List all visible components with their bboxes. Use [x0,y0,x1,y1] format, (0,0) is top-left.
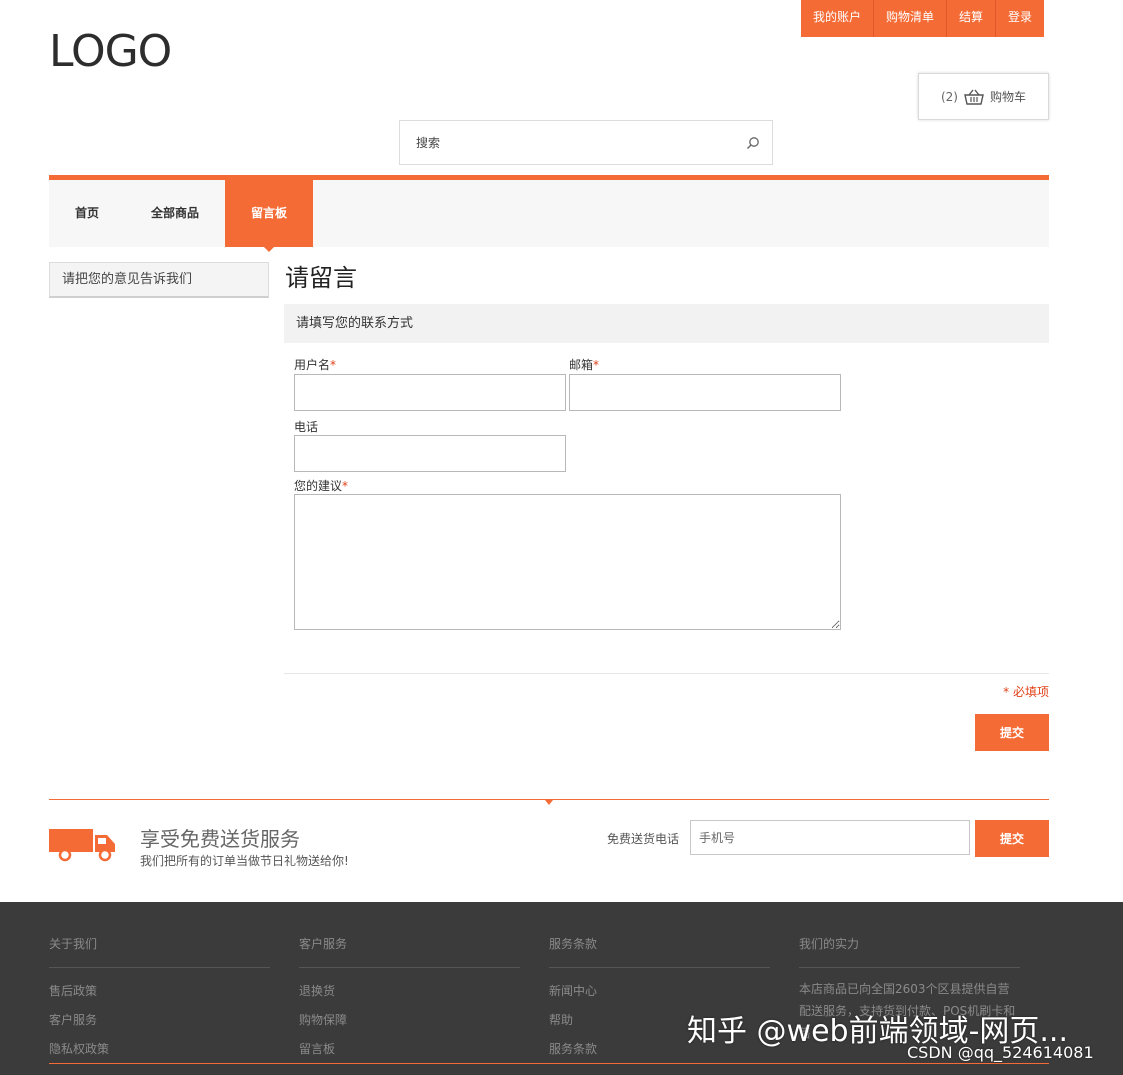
top-nav-shopping-list[interactable]: 购物清单 [873,0,946,37]
top-nav-my-account[interactable]: 我的账户 [801,0,873,37]
phone-field[interactable] [294,435,566,472]
page-title: 请留言 [285,264,357,292]
logo[interactable]: LOGO [49,26,172,77]
phone-label: 电话 [294,420,319,434]
delivery-subtitle: 我们把所有的订单当做节日礼物送给你! [140,854,349,868]
mobile-number-input[interactable] [690,820,970,855]
footer-link-message-board[interactable]: 留言板 [299,1040,335,1057]
footer-link-returns[interactable]: 退换货 [299,982,335,999]
top-nav-checkout[interactable]: 结算 [946,0,995,37]
band-notch [545,800,553,805]
username-label: 用户名* [294,358,337,372]
sidebar-title: 请把您的意见告诉我们 [49,262,269,298]
footer-heading: 我们的实力 [799,937,860,951]
nav-item-home[interactable]: 首页 [49,180,125,247]
delivery-phone-label: 免费送货电话 [607,832,680,846]
footer-heading: 服务条款 [549,937,598,951]
basket-icon [964,89,984,105]
footer-bottom-rule [49,1063,1049,1064]
form-section-header: 请填写您的联系方式 [284,304,1049,343]
footer-link-purchase-protection[interactable]: 购物保障 [299,1011,347,1028]
footer-link-privacy[interactable]: 隐私权政策 [49,1040,109,1057]
footer-rule [799,967,1020,968]
cart-label: 购物车 [989,90,1026,104]
search-icon[interactable] [746,136,760,150]
search-box [399,120,773,165]
cart-button[interactable]: (2) 购物车 [918,73,1049,120]
nav-item-all-products[interactable]: 全部商品 [125,180,225,247]
footer-heading: 关于我们 [49,937,98,951]
delivery-title: 享受免费送货服务 [140,827,300,851]
footer-heading: 客户服务 [299,937,348,951]
search-input[interactable] [400,121,720,164]
top-nav: 我的账户 购物清单 结算 登录 [801,0,1045,37]
top-nav-login[interactable]: 登录 [995,0,1044,37]
truck-icon [49,829,115,862]
required-note: * 必填项 [1003,685,1049,699]
footer-rule [299,967,520,968]
email-field[interactable] [569,374,841,411]
footer-link-after-sales[interactable]: 售后政策 [49,982,97,999]
suggestion-label: 您的建议* [294,479,349,493]
footer-link-help[interactable]: 帮助 [549,1011,573,1028]
footer-link-customer-service[interactable]: 客户服务 [49,1011,97,1028]
nav-item-message-board[interactable]: 留言板 [225,180,314,252]
csdn-watermark: CSDN @qq_524614081 [907,1043,1094,1062]
footer-rule [549,967,770,968]
submit-button[interactable]: 提交 [975,714,1049,751]
form-divider [284,673,1049,674]
main-nav: 首页 全部商品 留言板 [49,175,1049,252]
cart-count: (2) [940,89,958,104]
footer-rule [49,967,270,968]
footer-link-news[interactable]: 新闻中心 [549,982,597,999]
username-field[interactable] [294,374,566,411]
email-label: 邮箱* [569,358,600,372]
suggestion-textarea[interactable] [294,494,841,630]
delivery-submit-button[interactable]: 提交 [975,820,1049,857]
footer-link-terms[interactable]: 服务条款 [549,1040,597,1057]
